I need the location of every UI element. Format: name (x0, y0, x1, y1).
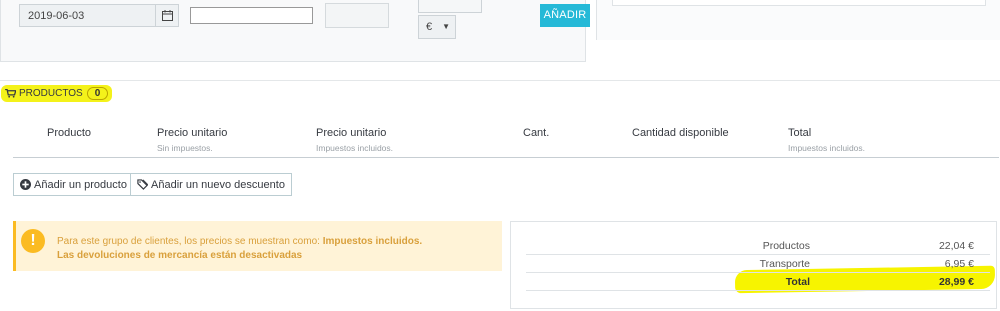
column-label: Precio unitario (157, 127, 228, 139)
currency-select[interactable]: € ▼ (418, 15, 456, 39)
summary-label: Productos (762, 240, 810, 252)
summary-row-products: Productos 22,04 € (526, 237, 990, 255)
warning-icon: ! (21, 229, 45, 253)
column-header-total: Total Impuestos incluidos. (788, 127, 865, 153)
table-header-divider (13, 157, 999, 158)
column-header-unit-price-excl: Precio unitario Sin impuestos. (157, 127, 227, 153)
add-product-label: Añadir un producto (34, 178, 127, 191)
disabled-input[interactable] (325, 3, 389, 28)
column-sublabel: Impuestos incluidos. (788, 143, 866, 153)
column-header-quantity: Cant. (523, 127, 549, 139)
add-discount-button[interactable]: Añadir un nuevo descuento (130, 173, 292, 196)
add-button[interactable]: AÑADIR (540, 4, 590, 27)
summary-value: 6,95 € (944, 258, 974, 270)
side-panel-box (612, 0, 986, 6)
summary-value: 28,99 € (938, 276, 974, 288)
column-label: Total (788, 127, 812, 139)
products-section-header (0, 80, 1000, 107)
column-label: Precio unitario (316, 127, 387, 139)
alert-line-1: Para este grupo de clientes, los precios… (57, 235, 422, 249)
calendar-icon (161, 10, 173, 21)
add-product-button[interactable]: Añadir un producto (13, 173, 134, 196)
tags-icon (137, 179, 148, 190)
alert-message: Para este grupo de clientes, los precios… (57, 235, 422, 263)
products-title: PRODUCTOS 0 (1, 85, 113, 102)
column-header-unit-price-incl: Precio unitario Impuestos incluidos. (316, 127, 393, 153)
column-label: Cantidad disponible (632, 127, 729, 139)
alert-line-2: Las devoluciones de mercancía están desa… (57, 249, 422, 263)
summary-label: Total (785, 276, 810, 288)
column-label: Cant. (523, 127, 550, 139)
products-title-label: PRODUCTOS (19, 88, 83, 99)
summary-row-total: Total 28,99 € (526, 273, 990, 291)
side-panel (596, 0, 1000, 40)
column-header-available-quantity: Cantidad disponible (632, 127, 729, 139)
calendar-button[interactable] (155, 4, 179, 27)
alert-line-1-text: Para este grupo de clientes, los precios… (57, 236, 323, 247)
plus-circle-icon (20, 179, 31, 190)
cart-icon (5, 89, 16, 98)
column-label: Producto (47, 127, 92, 139)
alert-line-1-bold: Impuestos incluidos. (322, 236, 423, 247)
caret-down-icon: ▼ (442, 22, 450, 31)
text-input[interactable] (190, 7, 313, 24)
summary-label: Transporte (759, 258, 810, 270)
column-sublabel: Impuestos incluidos. (316, 143, 394, 153)
currency-value: € (426, 21, 433, 33)
column-header-product: Producto (47, 127, 91, 139)
date-input[interactable]: 2019-06-03 (19, 4, 156, 27)
alert-line-2-bold: Las devoluciones de mercancía están desa… (57, 250, 303, 261)
products-count-badge: 0 (86, 87, 109, 100)
add-discount-label: Añadir un nuevo descuento (151, 178, 285, 191)
column-sublabel: Sin impuestos. (157, 143, 213, 153)
price-input[interactable] (418, 0, 482, 13)
summary-value: 22,04 € (938, 240, 974, 252)
summary-row-shipping: Transporte 6,95 € (526, 255, 990, 273)
